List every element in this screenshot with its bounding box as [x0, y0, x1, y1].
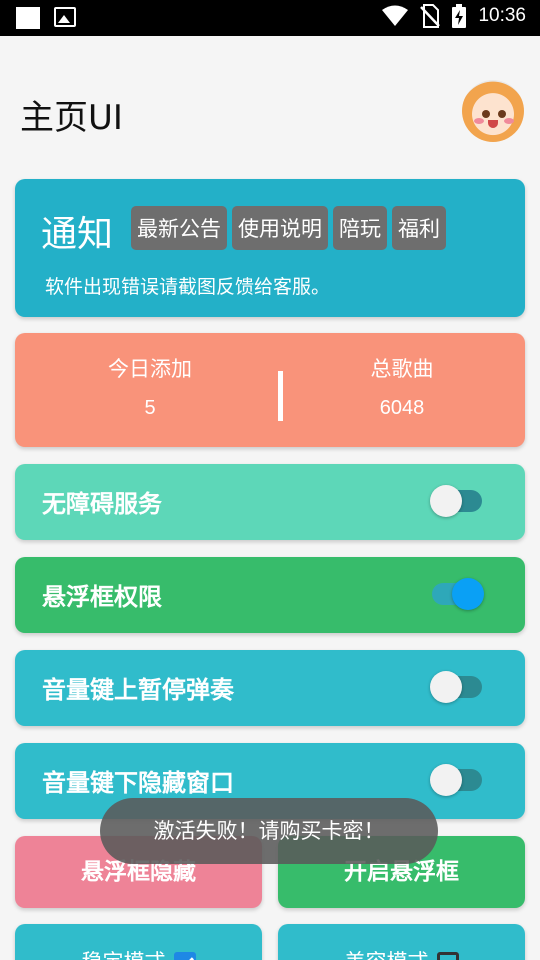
- image-notification-icon: [54, 7, 76, 27]
- status-bar: 10:36: [0, 0, 540, 36]
- page-title: 主页UI: [20, 98, 123, 138]
- setting-label: 悬浮框权限: [42, 583, 162, 611]
- stable-mode-label: 稳定模式: [82, 950, 166, 960]
- avatar[interactable]: [462, 80, 524, 142]
- setting-float-permission[interactable]: 悬浮框权限: [15, 557, 525, 633]
- stat-today-label: 今日添加: [108, 357, 192, 381]
- chip-benefits[interactable]: 福利: [392, 206, 446, 250]
- chip-latest-announcement[interactable]: 最新公告: [131, 206, 227, 250]
- avatar-mouth: [488, 120, 498, 128]
- avatar-eye-icon: [498, 110, 506, 118]
- avatar-cheek: [504, 118, 514, 124]
- beauty-mode-label: 美容模式: [345, 950, 429, 960]
- chip-instructions[interactable]: 使用说明: [232, 206, 328, 250]
- beauty-mode-option[interactable]: 美容模式: [278, 924, 525, 960]
- toggle-knob: [452, 578, 484, 610]
- toggle-knob: [430, 485, 462, 517]
- toggle-knob: [430, 764, 462, 796]
- notice-title: 通知: [41, 214, 114, 255]
- notice-card: 通知 最新公告 使用说明 陪玩 福利 软件出现错误请截图反馈给客服。: [15, 179, 525, 317]
- notice-message: 软件出现错误请截图反馈给客服。: [45, 276, 331, 298]
- setting-volume-up-pause[interactable]: 音量键上暂停弹奏: [15, 650, 525, 726]
- avatar-eye-icon: [482, 110, 490, 118]
- stats-card: 今日添加 5 总歌曲 6048: [15, 333, 525, 447]
- stable-mode-option[interactable]: 稳定模式: [15, 924, 262, 960]
- no-sim-icon: [420, 4, 441, 28]
- stat-total-label: 总歌曲: [370, 357, 434, 381]
- beauty-mode-checkbox[interactable]: [436, 952, 459, 960]
- clock: 10:36: [478, 5, 526, 26]
- setting-accessibility-service[interactable]: 无障碍服务: [15, 464, 525, 540]
- accessibility-toggle[interactable]: [430, 485, 482, 517]
- stat-divider: [278, 371, 283, 421]
- volume-up-pause-toggle[interactable]: [430, 671, 482, 703]
- setting-label: 无障碍服务: [42, 490, 162, 518]
- wifi-icon: [382, 5, 409, 26]
- square-notification-icon: [16, 7, 40, 29]
- chip-companion[interactable]: 陪玩: [333, 206, 387, 250]
- battery-charging-icon: [452, 4, 467, 28]
- stat-today: 今日添加 5: [50, 333, 250, 420]
- stat-today-value: 5: [144, 397, 156, 419]
- notice-chips: 最新公告 使用说明 陪玩 福利: [131, 206, 446, 250]
- toast-message: 激活失败！请购买卡密！: [100, 798, 438, 864]
- stat-total-value: 6048: [379, 397, 425, 419]
- setting-label: 音量键上暂停弹奏: [42, 676, 234, 704]
- float-permission-toggle[interactable]: [432, 578, 484, 610]
- setting-label: 音量键下隐藏窗口: [42, 769, 234, 797]
- avatar-cheek: [474, 118, 484, 124]
- toggle-knob: [430, 671, 462, 703]
- volume-down-hide-toggle[interactable]: [430, 764, 482, 796]
- stat-total: 总歌曲 6048: [302, 333, 502, 420]
- stable-mode-checkbox[interactable]: [173, 952, 196, 960]
